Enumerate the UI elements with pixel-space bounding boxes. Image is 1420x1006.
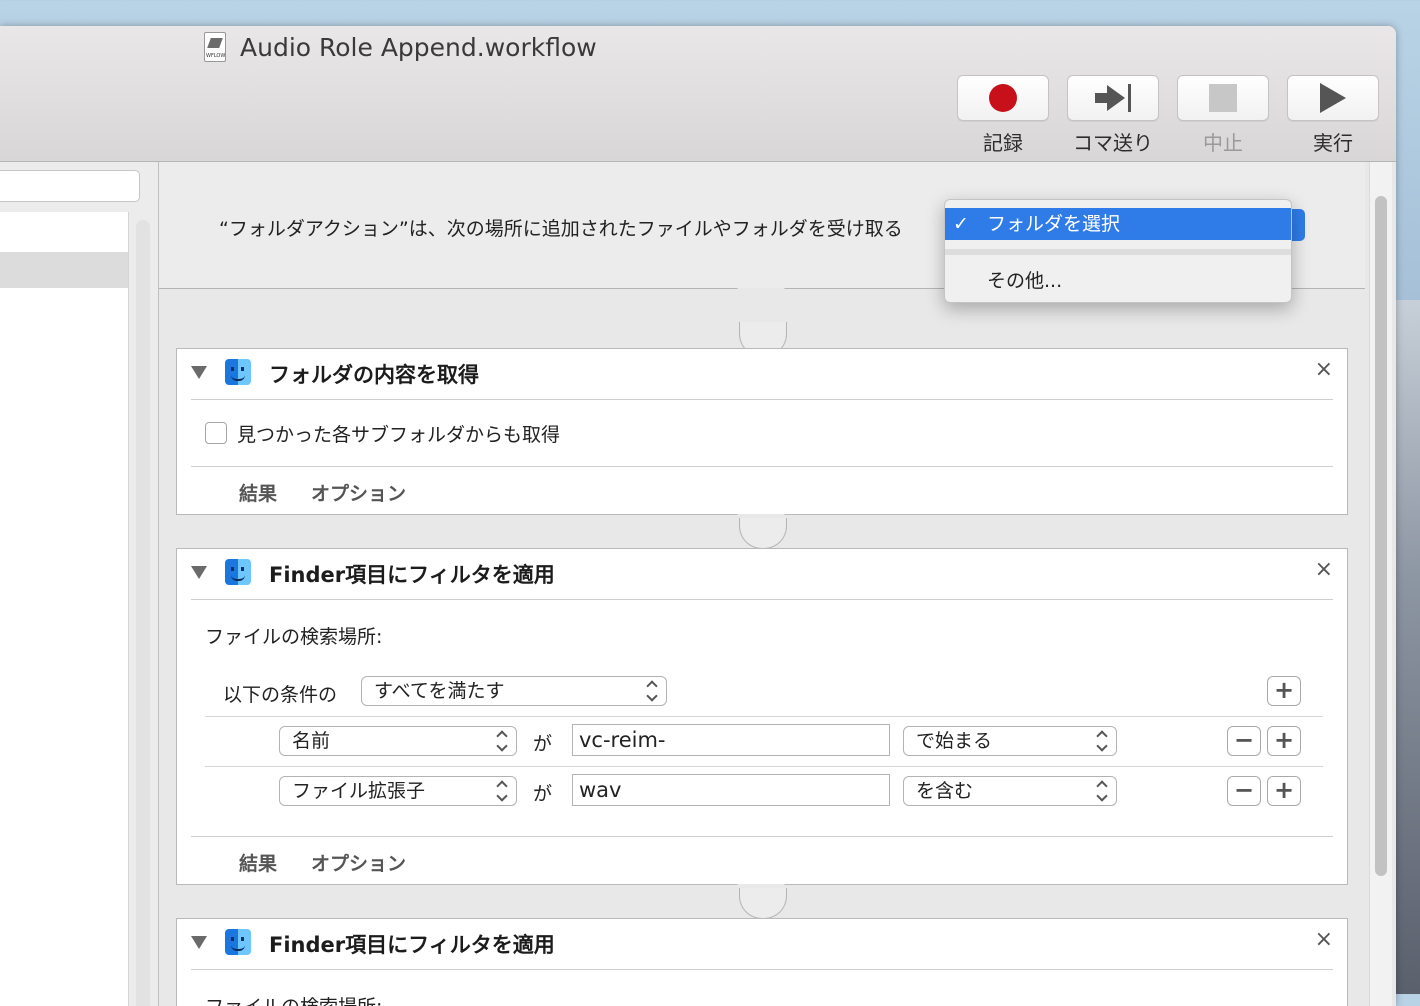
titlebar: WFLOW Audio Role Append.workflow 記録 コマ送り…: [0, 26, 1396, 162]
workflow-input-label: “フォルダアクション”は、次の場所に追加されたファイルやフォルダを受け取る: [219, 218, 903, 240]
library-search-field[interactable]: [0, 170, 140, 202]
step-button[interactable]: [1067, 75, 1159, 121]
menu-item-other[interactable]: その他...: [987, 266, 1062, 293]
condition-prefix-label: 以下の条件の: [223, 684, 338, 706]
close-icon[interactable]: ×: [1315, 927, 1333, 952]
rule-connector-label: が: [533, 783, 553, 805]
remove-rule-button[interactable]: −: [1227, 776, 1261, 806]
rule-operator-select[interactable]: を含む: [903, 776, 1117, 806]
workflow-document-icon: WFLOW: [204, 32, 226, 62]
rule-connector-label: が: [533, 733, 553, 755]
action-header: Finder項目にフィルタを適用 ×: [191, 549, 1333, 600]
doc-icon-text: WFLOW: [206, 53, 226, 59]
record-icon: [989, 84, 1017, 112]
record-button[interactable]: [957, 75, 1049, 121]
action-body: 見つかった各サブフォルダからも取得: [191, 400, 1333, 466]
action-footer: 結果 オプション: [191, 466, 1333, 515]
run-button[interactable]: [1287, 75, 1379, 121]
subfolders-checkbox-label: 見つかった各サブフォルダからも取得: [237, 424, 561, 446]
add-rule-button[interactable]: +: [1267, 776, 1301, 806]
action-header: フォルダの内容を取得 ×: [191, 349, 1333, 400]
action-connector: [739, 518, 787, 549]
workflow-scrollbar-thumb[interactable]: [1375, 196, 1387, 876]
action-header: Finder項目にフィルタを適用 ×: [191, 919, 1333, 970]
stop-icon: [1209, 84, 1237, 112]
run-label: 実行: [1313, 131, 1353, 155]
action-get-folder-contents: フォルダの内容を取得 × 見つかった各サブフォルダからも取得 結果 オプション: [176, 348, 1348, 515]
disclosure-triangle-icon[interactable]: [191, 366, 207, 379]
window-title: Audio Role Append.workflow: [240, 32, 597, 62]
step-group: コマ送り: [1067, 75, 1159, 156]
disclosure-triangle-icon[interactable]: [191, 566, 207, 579]
action-connector: [739, 888, 787, 919]
close-icon[interactable]: ×: [1315, 357, 1333, 382]
rule-value-field[interactable]: wav: [572, 774, 890, 806]
chevron-updown-icon: [498, 780, 508, 800]
action-filter-finder-items-2: Finder項目にフィルタを適用 × ファイルの検索場所:: [176, 918, 1348, 1006]
action-title: Finder項目にフィルタを適用: [269, 933, 555, 957]
record-label: 記録: [983, 131, 1023, 155]
options-button[interactable]: オプション: [311, 849, 406, 876]
action-title: Finder項目にフィルタを適用: [269, 563, 555, 587]
stop-label: 中止: [1203, 131, 1243, 155]
remove-rule-button[interactable]: −: [1227, 726, 1261, 756]
finder-icon: [225, 359, 251, 385]
rule-field-value: ファイル拡張子: [292, 780, 426, 802]
rule-field-select[interactable]: 名前: [279, 726, 517, 756]
add-condition-button[interactable]: +: [1267, 676, 1301, 706]
disclosure-triangle-icon[interactable]: [191, 936, 207, 949]
rule-field-select[interactable]: ファイル拡張子: [279, 776, 517, 806]
rule-field-value: 名前: [292, 730, 331, 752]
menu-item-choose-folder[interactable]: ✓ フォルダを選択: [945, 208, 1291, 240]
action-body: ファイルの検索場所: 以下の条件の すべてを満たす + 名前 が vc-reim…: [191, 600, 1333, 836]
row-divider: [205, 766, 1323, 767]
automator-window: WFLOW Audio Role Append.workflow 記録 コマ送り…: [0, 26, 1396, 1006]
library-sidebar: [0, 162, 159, 1006]
finder-icon: [225, 559, 251, 585]
condition-match-value: すべてを満たす: [374, 680, 505, 702]
chevron-updown-icon: [648, 680, 658, 700]
library-list: [0, 212, 129, 1006]
stop-button[interactable]: [1177, 75, 1269, 121]
title-area: WFLOW Audio Role Append.workflow: [204, 32, 597, 62]
results-button[interactable]: 結果: [239, 849, 277, 876]
rule-operator-select[interactable]: で始まる: [903, 726, 1117, 756]
menu-item-label: フォルダを選択: [987, 213, 1121, 235]
subfolders-checkbox[interactable]: [205, 422, 227, 444]
action-title: フォルダの内容を取得: [269, 363, 479, 387]
chevron-updown-icon: [1098, 780, 1108, 800]
options-button[interactable]: オプション: [311, 479, 406, 506]
menu-separator: [945, 249, 1291, 255]
record-group: 記録: [957, 75, 1049, 156]
connector-notch: [737, 288, 785, 310]
library-list-selected-row[interactable]: [0, 252, 128, 288]
add-rule-button[interactable]: +: [1267, 726, 1301, 756]
results-button[interactable]: 結果: [239, 479, 277, 506]
folder-popup-menu: ✓ フォルダを選択 その他...: [944, 199, 1292, 303]
search-location-label: ファイルの検索場所:: [205, 992, 382, 1006]
run-group: 実行: [1287, 75, 1379, 156]
condition-match-select[interactable]: すべてを満たす: [361, 676, 667, 706]
rule-value-field[interactable]: vc-reim-: [572, 724, 890, 756]
step-forward-icon: [1095, 84, 1131, 112]
rule-operator-value: を含む: [916, 780, 974, 802]
play-icon: [1320, 83, 1346, 113]
row-divider: [205, 716, 1323, 717]
step-label: コマ送り: [1073, 131, 1153, 155]
chevron-updown-icon: [498, 730, 508, 750]
close-icon[interactable]: ×: [1315, 557, 1333, 582]
search-location-label: ファイルの検索場所:: [205, 626, 383, 648]
chevron-updown-icon: [1098, 730, 1108, 750]
checkmark-icon: ✓: [953, 213, 969, 235]
rule-operator-value: で始まる: [916, 730, 993, 752]
action-body: ファイルの検索場所:: [191, 970, 1333, 1006]
action-filter-finder-items: Finder項目にフィルタを適用 × ファイルの検索場所: 以下の条件の すべて…: [176, 548, 1348, 885]
action-footer: 結果 オプション: [191, 836, 1333, 885]
finder-icon: [225, 929, 251, 955]
stop-group: 中止: [1177, 75, 1269, 156]
library-scrollbar[interactable]: [136, 220, 150, 1006]
